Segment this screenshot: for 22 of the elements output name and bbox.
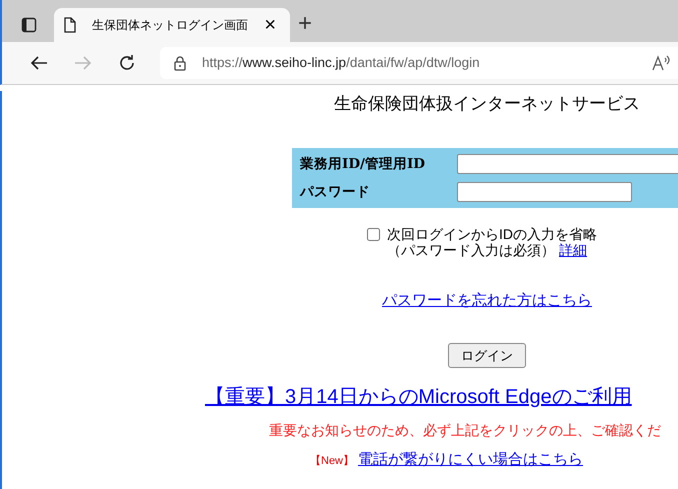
new-tab-button[interactable]: + <box>290 12 320 36</box>
field-label: 業務用ID/管理用ID <box>300 154 426 174</box>
browser-tab[interactable]: 生保団体ネットログイン画面 × <box>54 8 290 42</box>
page-title: 生命保険団体扱インターネットサービス <box>333 93 641 115</box>
new-tag: 【New】 <box>310 453 354 470</box>
note-text: （パスワード入力は必須） <box>387 242 555 258</box>
password-field[interactable] <box>457 182 632 202</box>
close-tab-button[interactable]: × <box>260 15 280 35</box>
read-aloud-icon[interactable] <box>652 55 670 71</box>
notice-text: 重要なお知らせのため、必ず上記をクリックの上、ご確認くだ <box>269 421 662 440</box>
details-link[interactable]: 詳細 <box>559 242 587 258</box>
forgot-password-link[interactable]: パスワードを忘れた方はこちら <box>382 292 592 309</box>
lock-icon <box>174 56 186 70</box>
phone-link[interactable]: 電話が繋がりにくい場合はこちら <box>358 449 584 472</box>
tab-title: 生保団体ネットログイン画面 <box>92 17 249 34</box>
field-label: パスワード <box>300 182 371 202</box>
login-button[interactable]: ログイン <box>448 342 526 368</box>
remember-label[interactable]: 次回ログインからIDの入力を省略 <box>387 226 597 242</box>
id-field[interactable] <box>457 154 678 174</box>
notice-link[interactable]: 【重要】3月14日からのMicrosoft Edgeのご利用 <box>205 386 632 408</box>
remember-checkbox[interactable] <box>367 228 380 241</box>
page-icon <box>64 17 76 33</box>
